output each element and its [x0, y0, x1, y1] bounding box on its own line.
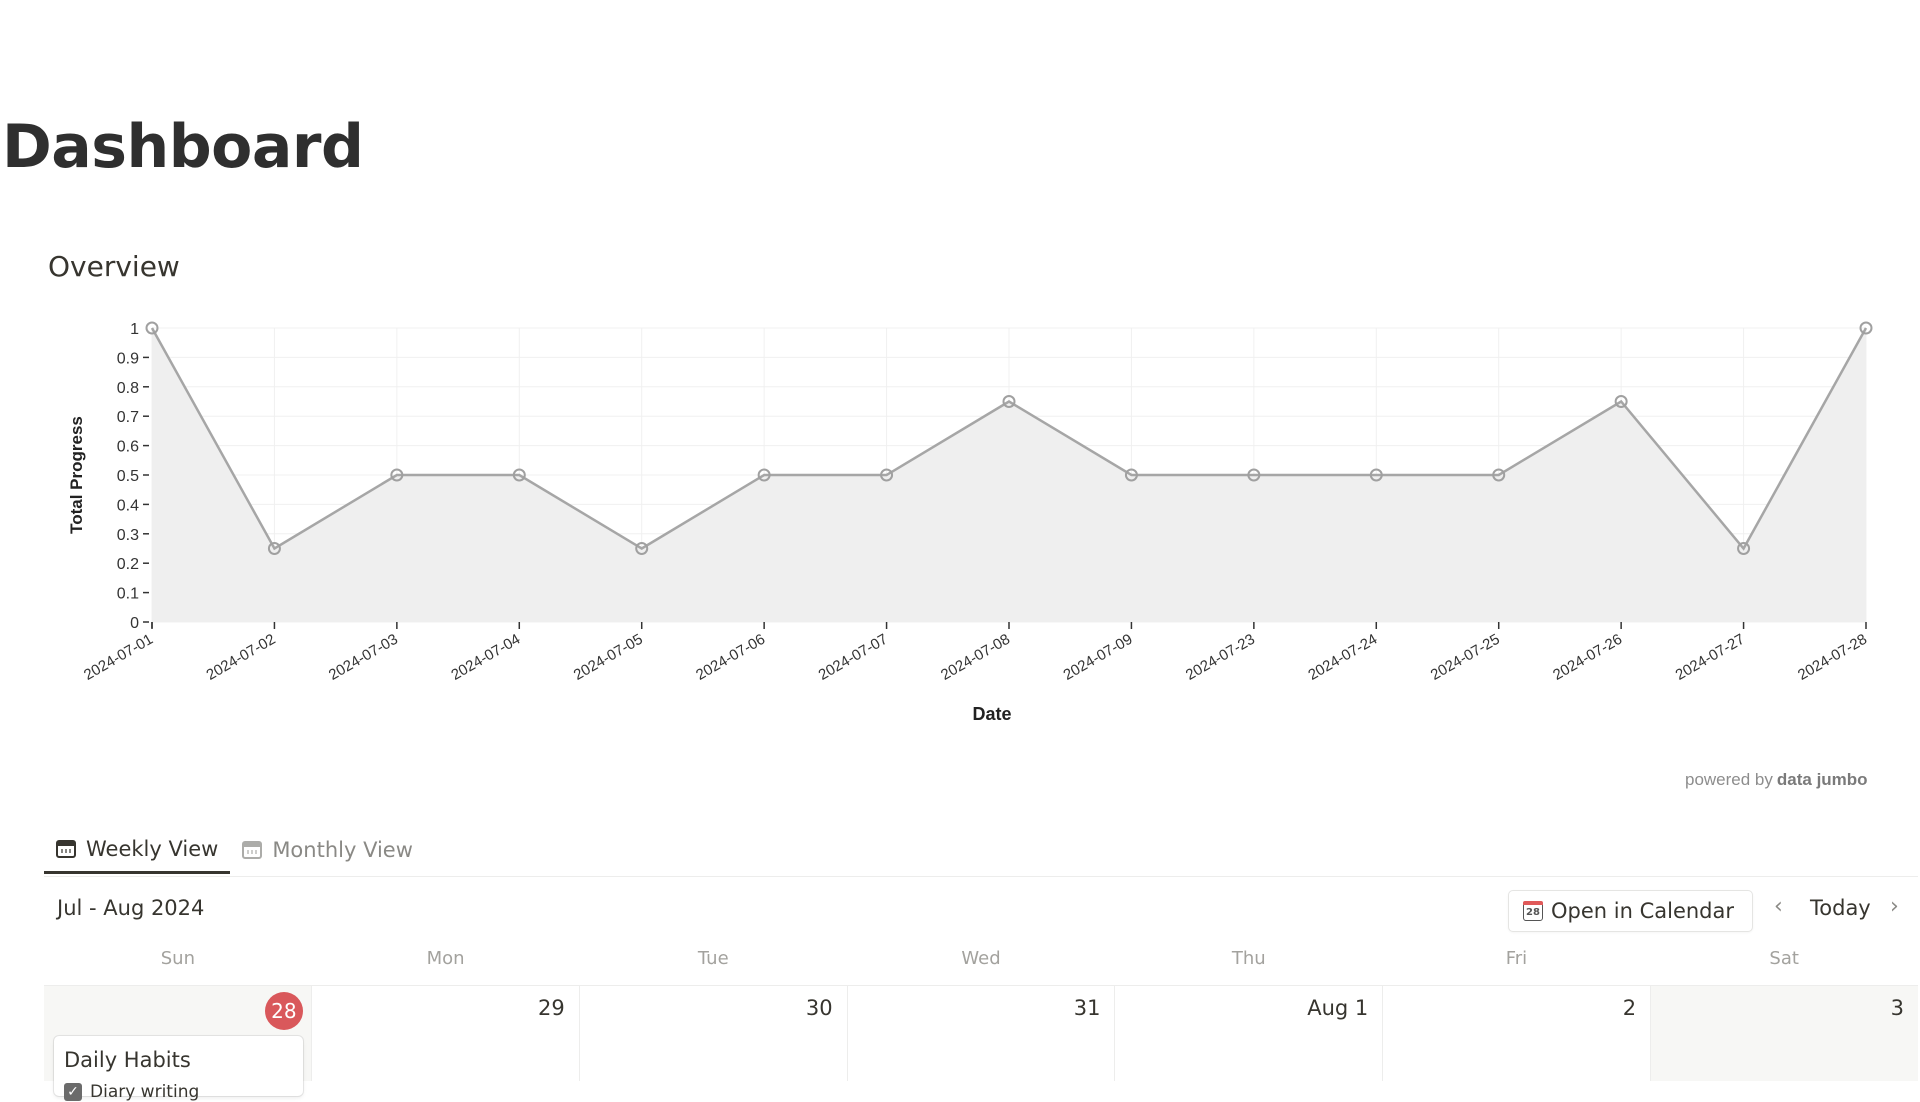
weekday-label: Sat	[1769, 948, 1799, 969]
x-tick-label: 2024-07-04	[448, 631, 523, 684]
progress-chart: 0 0.1 0.2 0.3 0.4 0.5 0.6 0.7 0.8 0.9 1 2024-07-01 2…	[67, 321, 1873, 724]
calendar-icon	[242, 841, 263, 859]
weekday-label: Sun	[160, 948, 195, 969]
weekday-label: Fri	[1505, 948, 1528, 969]
x-tick-label: 2024-07-01	[81, 631, 156, 684]
day-number: 30	[805, 996, 833, 1020]
weekday-label: Wed	[961, 948, 1001, 969]
day-number: Aug 1	[1307, 996, 1369, 1020]
y-axis-label: Total Progress	[67, 416, 86, 534]
page-title: Dashboard	[2, 112, 364, 182]
x-tick-label: 2024-07-05	[571, 631, 646, 684]
x-tick-label: 2024-07-24	[1305, 631, 1380, 684]
weekday-header: Sun Mon Tue Wed Thu Fri Sat	[44, 948, 1918, 976]
powered-by-text: powered by	[1685, 770, 1773, 789]
tab-monthly-view[interactable]: Monthly View	[230, 826, 425, 874]
y-tick-label: 0.4	[117, 497, 139, 514]
brand-logo: data jumbo	[1776, 770, 1868, 789]
day-cell[interactable]: Aug 1	[1115, 986, 1384, 1081]
x-tick-label: 2024-07-23	[1183, 631, 1258, 684]
x-tick-label: 2024-07-28	[1795, 631, 1870, 684]
y-tick-label: 0.9	[117, 350, 139, 367]
calendar-date-icon: 28	[1523, 901, 1543, 921]
x-tick-label: 2024-07-25	[1428, 631, 1503, 684]
y-tick-label: 0.5	[117, 468, 139, 485]
y-tick-label: 0.6	[117, 439, 139, 456]
weekday-label: Mon	[426, 948, 465, 969]
open-in-calendar-label: Open in Calendar	[1551, 899, 1735, 923]
y-tick-label: 0.8	[117, 380, 139, 397]
day-number: 3	[1890, 996, 1905, 1020]
day-number: 2	[1622, 996, 1637, 1020]
y-tick-label: 0.7	[117, 409, 139, 426]
x-tick-label: 2024-07-27	[1673, 631, 1748, 684]
calendar-icon	[56, 839, 76, 858]
overview-heading: Overview	[48, 250, 180, 283]
x-tick-label: 2024-07-06	[693, 631, 768, 684]
x-axis-label: Date	[972, 704, 1011, 724]
day-cell[interactable]: 31	[847, 986, 1116, 1081]
x-tick-label: 2024-07-02	[203, 631, 278, 684]
open-in-calendar-button[interactable]: 28 Open in Calendar	[1508, 890, 1754, 932]
chevron-right-icon[interactable]: ›	[1890, 894, 1899, 919]
event-card[interactable]: Daily Habits ✓ Diary writing	[54, 1036, 303, 1102]
week-grid: 28 Daily Habits ✓ Diary writing 29 30 31…	[44, 985, 1919, 1102]
x-tick-label: 2024-07-08	[938, 631, 1013, 684]
day-cell[interactable]: 3	[1651, 986, 1919, 1081]
tab-weekly-view[interactable]: Weekly View	[44, 826, 231, 874]
y-tick-label: 0.3	[117, 527, 139, 544]
day-cell[interactable]: 2	[1383, 986, 1652, 1081]
day-cell[interactable]: 29	[311, 986, 580, 1081]
x-tick-label: 2024-07-09	[1060, 631, 1135, 684]
x-tick-label: 2024-07-26	[1550, 631, 1625, 684]
tab-label: Monthly View	[272, 838, 413, 862]
x-tick-label: 2024-07-07	[816, 631, 891, 684]
powered-by-badge[interactable]: powered by data jumbo	[1685, 770, 1868, 790]
today-date-badge: 28	[264, 992, 303, 1030]
y-tick-label: 0.1	[117, 586, 139, 603]
date-range-label: Jul - Aug 2024	[57, 896, 205, 920]
day-cell[interactable]: 30	[579, 986, 848, 1081]
checkbox-checked-icon[interactable]: ✓	[64, 1083, 82, 1101]
event-checklist-item[interactable]: ✓ Diary writing	[64, 1082, 199, 1102]
event-title: Daily Habits	[64, 1048, 191, 1072]
y-tick-label: 0.2	[117, 556, 139, 573]
y-tick-label: 0	[130, 615, 139, 632]
tab-label: Weekly View	[86, 836, 219, 861]
x-tick-label: 2024-07-03	[326, 631, 401, 684]
y-tick-label: 1	[130, 321, 139, 338]
event-item-label: Diary writing	[90, 1082, 200, 1102]
day-cell[interactable]: 28 Daily Habits ✓ Diary writing	[44, 986, 312, 1102]
view-tabs: Weekly View Monthly View	[44, 826, 1918, 877]
chevron-left-icon[interactable]: ‹	[1774, 894, 1783, 919]
weekday-label: Thu	[1231, 948, 1266, 969]
weekday-label: Tue	[697, 948, 729, 969]
day-number: 31	[1073, 996, 1101, 1020]
today-button[interactable]: Today	[1810, 896, 1871, 920]
day-number: 29	[537, 996, 565, 1020]
